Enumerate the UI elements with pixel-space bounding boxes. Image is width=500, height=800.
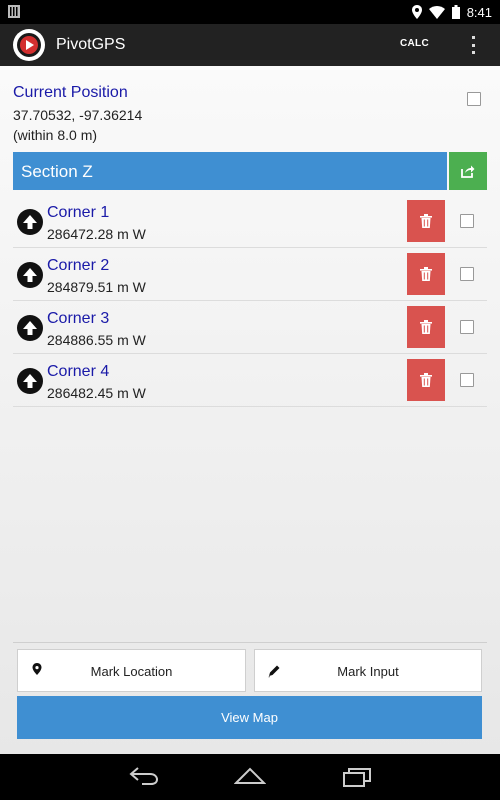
pivotgps-logo-icon[interactable]	[13, 29, 45, 61]
location-icon	[411, 5, 422, 19]
corner-name: Corner 4	[47, 363, 110, 380]
current-position-accuracy: (within 8.0 m)	[13, 127, 98, 143]
trash-icon	[420, 373, 432, 387]
corner-checkbox[interactable]	[460, 214, 474, 228]
overflow-menu-icon[interactable]	[466, 34, 480, 56]
section-header[interactable]: Section Z	[13, 152, 447, 190]
corner-row[interactable]: Corner 4 286482.45 m W	[13, 354, 487, 407]
view-map-button[interactable]: View Map	[17, 696, 482, 739]
corner-checkbox[interactable]	[460, 267, 474, 281]
current-position-checkbox[interactable]	[467, 92, 481, 106]
corner-distance: 286472.28 m W	[47, 226, 146, 242]
corner-distance: 284879.51 m W	[47, 279, 146, 295]
delete-corner-button[interactable]	[407, 359, 445, 401]
current-position-title: Current Position	[13, 84, 128, 101]
calc-button[interactable]: CALC	[400, 38, 429, 49]
arrow-up-icon	[17, 368, 43, 394]
mark-location-label: Mark Location	[90, 664, 173, 679]
corner-row[interactable]: Corner 2 284879.51 m W	[13, 248, 487, 301]
corner-checkbox[interactable]	[460, 373, 474, 387]
status-bar: 8:41	[0, 0, 500, 24]
corner-name: Corner 1	[47, 204, 110, 221]
mark-input-label: Mark Input	[337, 664, 399, 679]
delete-corner-button[interactable]	[407, 253, 445, 295]
arrow-up-icon	[17, 209, 43, 235]
battery-icon	[451, 5, 460, 19]
trash-icon	[420, 320, 432, 334]
mark-input-button[interactable]: Mark Input	[254, 649, 482, 692]
delete-corner-button[interactable]	[407, 200, 445, 242]
share-icon	[461, 165, 475, 178]
corner-row[interactable]: Corner 1 286472.28 m W	[13, 195, 487, 248]
action-bar: PivotGPS CALC	[0, 24, 500, 66]
arrow-up-icon	[17, 262, 43, 288]
app-title: PivotGPS	[56, 36, 126, 53]
corner-checkbox[interactable]	[460, 320, 474, 334]
arrow-up-icon	[17, 315, 43, 341]
share-button[interactable]	[449, 152, 487, 190]
corner-name: Corner 3	[47, 310, 110, 327]
corner-distance: 284886.55 m W	[47, 332, 146, 348]
trash-icon	[420, 267, 432, 281]
mark-location-button[interactable]: Mark Location	[17, 649, 246, 692]
home-icon[interactable]	[234, 766, 266, 786]
back-icon[interactable]	[128, 766, 160, 786]
corner-row[interactable]: Corner 3 284886.55 m W	[13, 301, 487, 354]
trash-icon	[420, 214, 432, 228]
wifi-icon	[428, 5, 445, 19]
main-content: Current Position 37.70532, -97.36214 (wi…	[0, 66, 500, 754]
recent-apps-icon[interactable]	[342, 766, 372, 788]
sim-card-icon	[8, 5, 20, 18]
divider	[13, 642, 487, 643]
delete-corner-button[interactable]	[407, 306, 445, 348]
corner-name: Corner 2	[47, 257, 110, 274]
system-nav-bar	[0, 754, 500, 800]
current-position-coordinates: 37.70532, -97.36214	[13, 107, 143, 123]
corner-distance: 286482.45 m W	[47, 385, 146, 401]
clock: 8:41	[466, 4, 492, 20]
